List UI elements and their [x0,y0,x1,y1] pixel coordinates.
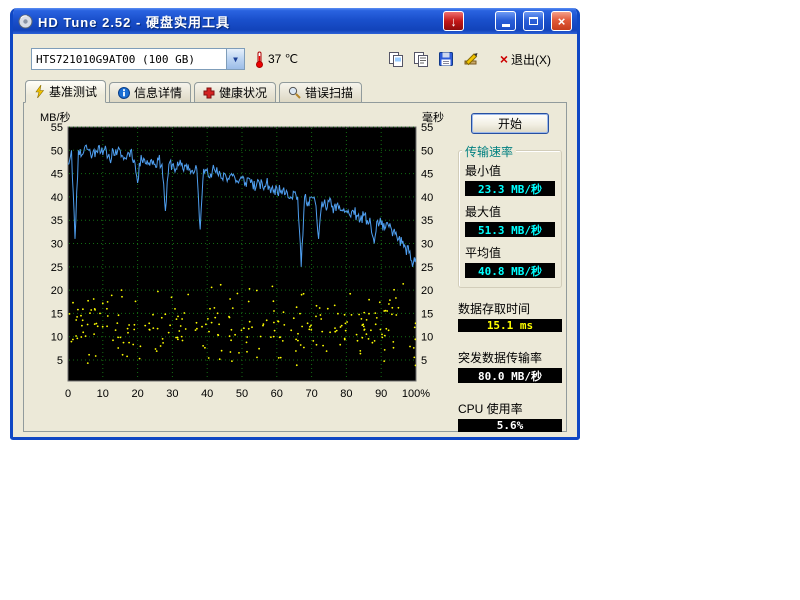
svg-text:20: 20 [51,285,63,297]
copy-text-button[interactable] [412,50,430,68]
burst-rate-value-box: 80.0 MB/秒 [458,368,562,383]
thermometer-icon [255,51,264,68]
transfer-rate-caption: 传输速率 [462,143,516,160]
svg-text:60: 60 [271,388,283,400]
app-icon [18,14,33,29]
svg-text:45: 45 [51,169,63,181]
window-title: HD Tune 2.52 - 硬盘实用工具 [38,12,230,31]
svg-text:50: 50 [236,388,248,400]
svg-text:10: 10 [421,332,433,344]
svg-text:10: 10 [97,388,109,400]
tab-health[interactable]: 健康状况 [194,82,276,103]
svg-text:15: 15 [421,308,433,320]
download-arrow-icon: ↓ [450,14,457,29]
tab-strip: 基准测试 信息详情 健康状况 错误扫描 [13,80,577,103]
access-time-value-box: 15.1 ms [458,319,562,332]
svg-text:10: 10 [51,332,63,344]
toolbar-icon-group [387,50,480,68]
exit-label: 退出(X) [511,51,551,68]
svg-text:毫秒: 毫秒 [422,110,444,124]
svg-text:90: 90 [375,388,387,400]
tab-health-label: 健康状况 [219,84,267,101]
svg-text:80: 80 [340,388,352,400]
transfer-rate-group: 传输速率 最小值 23.3 MB/秒 最大值 51.3 MB/秒 平均值 40.… [458,150,562,288]
svg-text:5: 5 [57,355,63,367]
svg-text:25: 25 [51,262,63,274]
benchmark-tabpage: 5510101515202025253030353540404545505055… [23,102,567,432]
exit-x-icon: × [500,52,508,66]
benchmark-chart: 5510101515202025253030353540404545505055… [30,109,454,427]
results-panel: 开始 传输速率 最小值 23.3 MB/秒 最大值 51.3 MB/秒 平均值 … [458,109,562,427]
minimize-icon [502,24,510,27]
tab-benchmark-label: 基准测试 [49,83,97,100]
close-button[interactable]: × [551,11,572,31]
copy-image-button[interactable] [387,50,405,68]
svg-text:45: 45 [421,169,433,181]
options-button[interactable] [462,50,480,68]
exit-button[interactable]: × 退出(X) [500,51,551,68]
min-label: 最小值 [465,162,555,179]
health-icon [203,87,215,99]
burst-rate-label: 突发数据传输率 [458,349,562,366]
hdtune-window: HD Tune 2.52 - 硬盘实用工具 ↓ × HTS721010G9AT0… [10,8,580,440]
svg-text:20: 20 [131,388,143,400]
benchmark-icon [34,85,45,98]
download-button[interactable]: ↓ [443,11,464,31]
toolbar: HTS721010G9AT00 (100 GB) ▼ 37 ℃ × [13,34,577,76]
cpu-usage-label: CPU 使用率 [458,400,562,417]
svg-text:MB/秒: MB/秒 [40,110,71,124]
svg-text:15: 15 [51,308,63,320]
svg-text:30: 30 [166,388,178,400]
maximize-button[interactable] [523,11,544,31]
info-icon [118,87,130,99]
chevron-down-icon[interactable]: ▼ [226,49,244,69]
close-icon: × [558,14,566,29]
min-value-box: 23.3 MB/秒 [465,181,555,196]
scan-icon [288,86,301,99]
svg-text:20: 20 [421,285,433,297]
svg-text:35: 35 [51,215,63,227]
svg-text:100%: 100% [402,388,430,400]
avg-value-box: 40.8 MB/秒 [465,263,555,278]
tab-info-label: 信息详情 [134,84,182,101]
titlebar: HD Tune 2.52 - 硬盘实用工具 ↓ × [13,8,577,34]
avg-label: 平均值 [465,244,555,261]
svg-text:5: 5 [421,355,427,367]
svg-text:50: 50 [421,145,433,157]
max-label: 最大值 [465,203,555,220]
tab-error-scan-label: 错误扫描 [305,84,353,101]
svg-text:40: 40 [51,192,63,204]
tab-benchmark[interactable]: 基准测试 [25,80,106,103]
tab-info[interactable]: 信息详情 [109,82,191,103]
svg-text:40: 40 [201,388,213,400]
cpu-usage-value-box: 5.6% [458,419,562,432]
svg-text:40: 40 [421,192,433,204]
svg-text:50: 50 [51,145,63,157]
drive-select[interactable]: HTS721010G9AT00 (100 GB) ▼ [31,48,245,70]
save-button[interactable] [437,50,455,68]
start-button[interactable]: 开始 [471,113,549,134]
drive-select-value: HTS721010G9AT00 (100 GB) [32,53,199,66]
tab-error-scan[interactable]: 错误扫描 [279,82,362,103]
max-value-box: 51.3 MB/秒 [465,222,555,237]
maximize-icon [529,17,538,25]
svg-text:30: 30 [51,239,63,251]
svg-text:70: 70 [305,388,317,400]
svg-text:25: 25 [421,262,433,274]
minimize-button[interactable] [495,11,516,31]
temperature-value: 37 ℃ [268,52,298,66]
svg-text:35: 35 [421,215,433,227]
svg-text:0: 0 [65,388,71,400]
svg-text:30: 30 [421,239,433,251]
access-time-label: 数据存取时间 [458,300,562,317]
temperature-readout: 37 ℃ [255,51,298,68]
